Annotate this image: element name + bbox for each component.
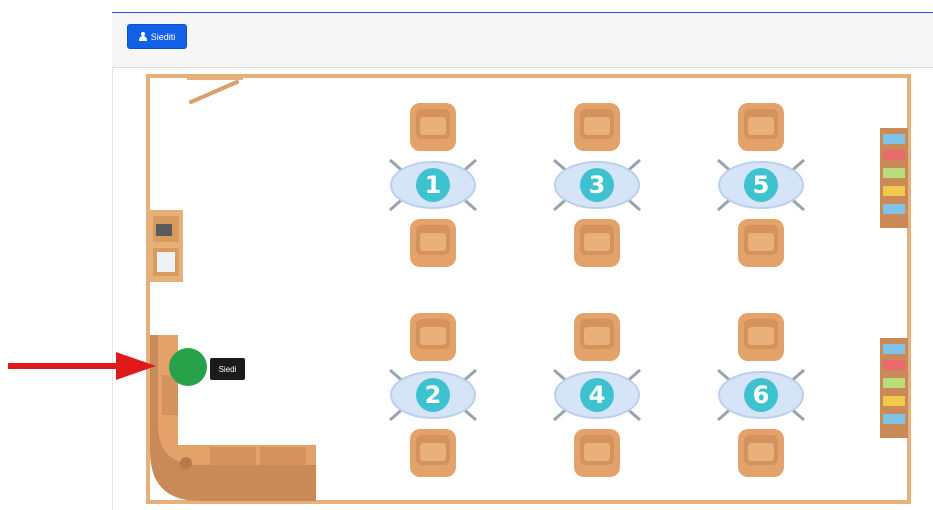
- chair[interactable]: [574, 103, 620, 151]
- sit-tooltip: Siedi: [210, 358, 245, 380]
- table-number: 5: [744, 168, 778, 202]
- arrow-right-icon: [8, 352, 156, 380]
- chair[interactable]: [410, 429, 456, 477]
- chair[interactable]: [574, 429, 620, 477]
- chair[interactable]: [410, 313, 456, 361]
- chair[interactable]: [738, 219, 784, 267]
- chair[interactable]: [738, 313, 784, 361]
- top-toolbar: [112, 12, 933, 68]
- table-number: 1: [416, 168, 450, 202]
- chair[interactable]: [574, 219, 620, 267]
- door: [187, 76, 243, 104]
- bookshelf-top: [880, 128, 908, 228]
- table-number: 2: [416, 378, 450, 412]
- chair[interactable]: [410, 219, 456, 267]
- bookshelf-bottom: [880, 338, 908, 438]
- chair[interactable]: [410, 103, 456, 151]
- table-number: 4: [580, 378, 614, 412]
- sit-button-label: Siediti: [150, 31, 176, 42]
- sit-button[interactable]: Siediti: [127, 24, 187, 49]
- chair[interactable]: [574, 313, 620, 361]
- chair[interactable]: [738, 103, 784, 151]
- user-avatar[interactable]: [169, 348, 207, 386]
- person-icon: [138, 32, 147, 41]
- chair[interactable]: [738, 429, 784, 477]
- side-cabinet: [149, 210, 183, 282]
- table-number: 3: [580, 168, 614, 202]
- table-number: 6: [744, 378, 778, 412]
